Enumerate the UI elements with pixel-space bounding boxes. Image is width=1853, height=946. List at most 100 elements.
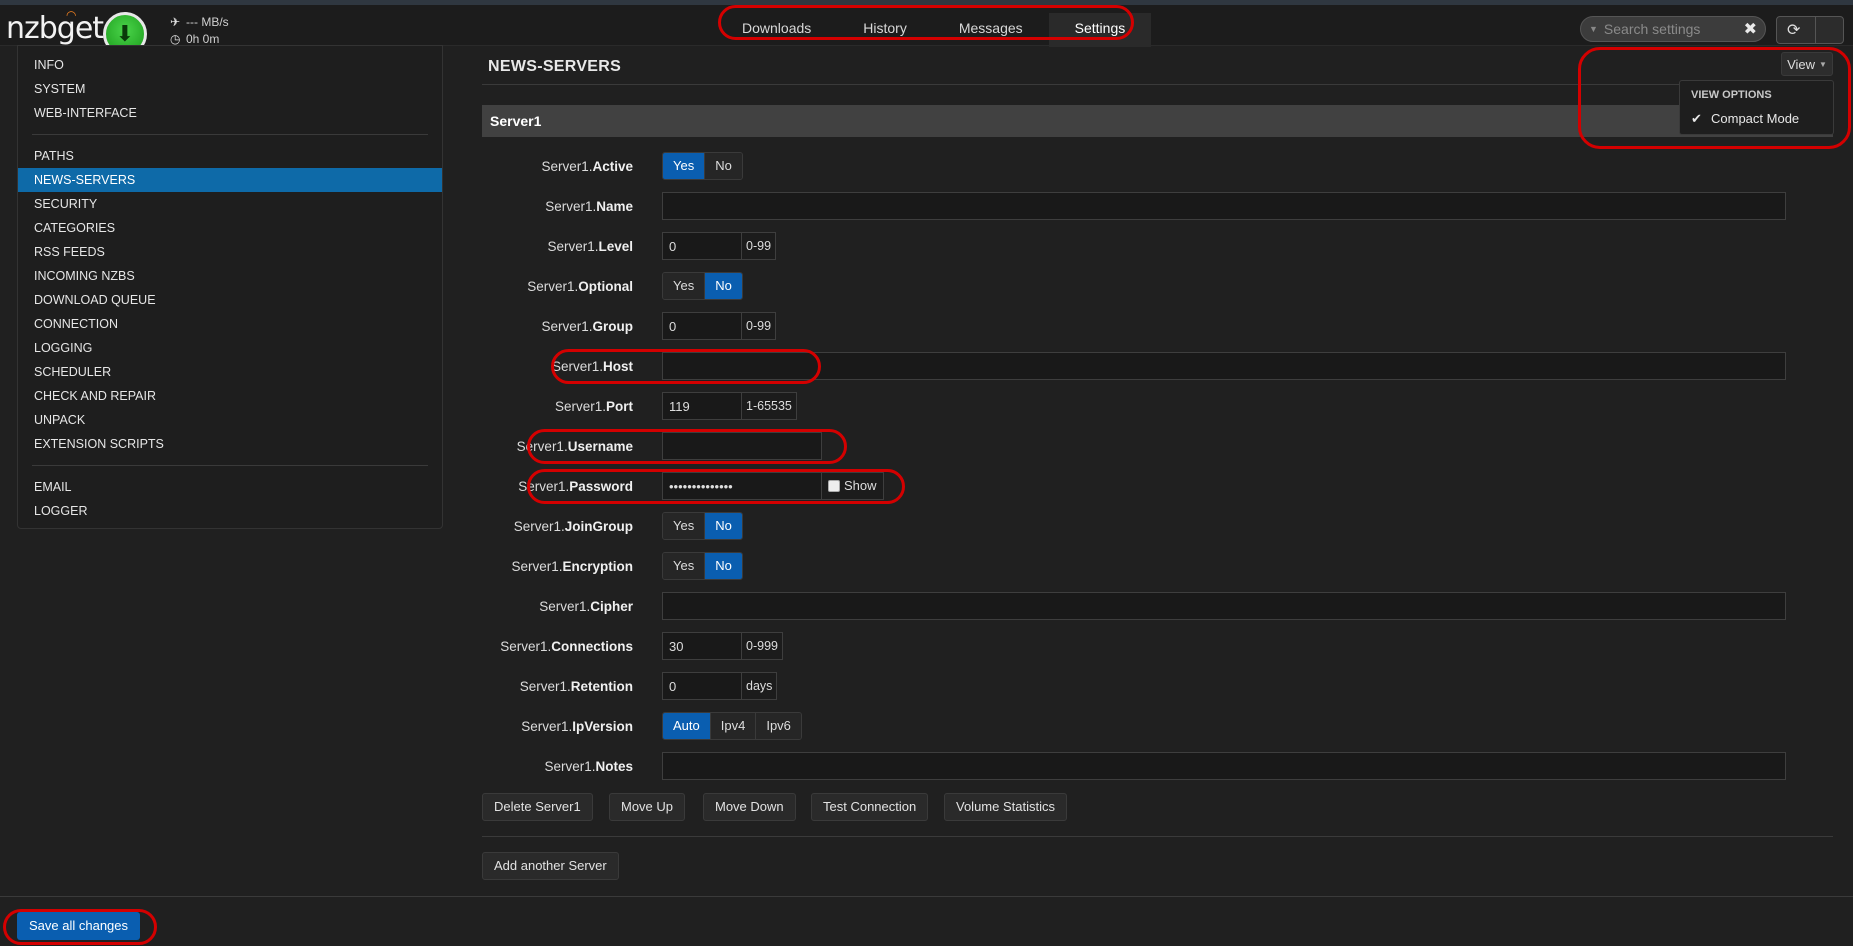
show-password-toggle[interactable]: Show: [822, 472, 884, 500]
refresh-icon: ⟳: [1787, 22, 1801, 39]
field-label: IpVersion: [572, 719, 633, 734]
connections-input[interactable]: [662, 632, 742, 660]
level-range: 0-99: [742, 232, 777, 260]
view-options-header: VIEW OPTIONS: [1691, 89, 1772, 101]
sidebar-item-extension-scripts[interactable]: EXTENSION SCRIPTS: [18, 432, 442, 456]
field-notes: Server1.Notes: [482, 752, 1833, 782]
field-label: Notes: [595, 759, 633, 774]
sidebar-item-system[interactable]: SYSTEM: [18, 77, 442, 101]
sidebar-item-check-and-repair[interactable]: CHECK AND REPAIR: [18, 384, 442, 408]
active-yes-button[interactable]: Yes: [663, 153, 705, 179]
sidebar-item-logging[interactable]: LOGGING: [18, 336, 442, 360]
ipversion-auto-button[interactable]: Auto: [663, 713, 710, 739]
refresh-button[interactable]: ⟳: [1776, 16, 1844, 44]
optional-no-button[interactable]: No: [704, 273, 742, 299]
tab-settings[interactable]: Settings: [1048, 13, 1152, 47]
field-retention: Server1.Retention days: [482, 672, 1833, 702]
optional-yes-button[interactable]: Yes: [663, 273, 705, 299]
section-divider: [482, 836, 1833, 837]
field-label: Cipher: [590, 599, 633, 614]
plane-icon: ✈: [170, 15, 181, 29]
sidebar-item-security[interactable]: SECURITY: [18, 192, 442, 216]
tab-downloads[interactable]: Downloads: [716, 13, 837, 47]
field-optional: Server1.Optional Yes No: [482, 272, 1833, 302]
field-label: Username: [567, 439, 633, 454]
sidebar-item-rss-feeds[interactable]: RSS FEEDS: [18, 240, 442, 264]
retention-input[interactable]: [662, 672, 742, 700]
encryption-toggle: Yes No: [662, 552, 743, 580]
ipversion-toggle: Auto Ipv4 Ipv6: [662, 712, 802, 740]
test-connection-button[interactable]: Test Connection: [811, 793, 929, 821]
save-all-button[interactable]: Save all changes: [17, 912, 141, 940]
field-label: Password: [569, 479, 633, 494]
sidebar-divider: [32, 134, 428, 135]
field-label: Port: [606, 399, 633, 414]
sidebar-item-email[interactable]: EMAIL: [18, 475, 442, 499]
joingroup-no-button[interactable]: No: [704, 513, 742, 539]
field-label: Name: [596, 199, 633, 214]
cipher-input[interactable]: [662, 592, 1786, 620]
sidebar-item-scheduler[interactable]: SCHEDULER: [18, 360, 442, 384]
field-host: Server1.Host: [482, 352, 1833, 382]
move-down-button[interactable]: Move Down: [703, 793, 796, 821]
ipversion-ipv6-button[interactable]: Ipv6: [755, 713, 801, 739]
sidebar-item-categories[interactable]: CATEGORIES: [18, 216, 442, 240]
encryption-yes-button[interactable]: Yes: [663, 553, 705, 579]
tab-messages[interactable]: Messages: [933, 13, 1049, 47]
retention-unit: days: [742, 672, 778, 700]
main-tabs: Downloads History Messages Settings: [716, 13, 1152, 47]
notes-input[interactable]: [662, 752, 1786, 780]
sidebar-item-web-interface[interactable]: WEB-INTERFACE: [18, 101, 442, 125]
connections-range: 0-999: [742, 632, 783, 660]
sidebar-item-incoming-nzbs[interactable]: INCOMING NZBS: [18, 264, 442, 288]
field-label: Group: [592, 319, 634, 334]
checkmark-icon: ✔: [1691, 111, 1702, 126]
field-label: Retention: [570, 679, 633, 694]
volume-statistics-button[interactable]: Volume Statistics: [944, 793, 1067, 821]
encryption-no-button[interactable]: No: [704, 553, 742, 579]
sidebar-item-info[interactable]: INFO: [18, 53, 442, 77]
delete-server-button[interactable]: Delete Server1: [482, 793, 593, 821]
sidebar-item-news-servers[interactable]: NEWS-SERVERS: [18, 168, 442, 192]
clear-search-icon[interactable]: ✖: [1744, 19, 1757, 39]
settings-sidebar: INFO SYSTEM WEB-INTERFACE PATHS NEWS-SER…: [17, 45, 443, 529]
host-input[interactable]: [662, 352, 1786, 380]
active-no-button[interactable]: No: [704, 153, 742, 179]
compact-mode-label: Compact Mode: [1711, 111, 1800, 126]
view-label: View: [1787, 56, 1816, 72]
password-input[interactable]: [662, 472, 822, 500]
name-input[interactable]: [662, 192, 1786, 220]
field-joingroup: Server1.JoinGroup Yes No: [482, 512, 1833, 542]
field-connections: Server1.Connections 0-999: [482, 632, 1833, 662]
joingroup-yes-button[interactable]: Yes: [663, 513, 705, 539]
add-server-button[interactable]: Add another Server: [482, 852, 619, 880]
field-active: Server1.Active Yes No: [482, 152, 1833, 182]
port-input[interactable]: [662, 392, 742, 420]
sidebar-item-download-queue[interactable]: DOWNLOAD QUEUE: [18, 288, 442, 312]
joingroup-toggle: Yes No: [662, 512, 743, 540]
level-input[interactable]: [662, 232, 742, 260]
field-password: Server1.Password Show: [482, 472, 1833, 502]
caret-down-icon[interactable]: ▼: [1589, 24, 1598, 34]
group-input[interactable]: [662, 312, 742, 340]
view-menu-button[interactable]: View ▼: [1781, 52, 1833, 76]
sidebar-item-connection[interactable]: CONNECTION: [18, 312, 442, 336]
active-toggle: Yes No: [662, 152, 743, 180]
sidebar-item-paths[interactable]: PATHS: [18, 144, 442, 168]
checkbox-icon[interactable]: [828, 480, 840, 492]
tab-history[interactable]: History: [837, 13, 933, 47]
search-box: ▼ ✖: [1580, 16, 1766, 42]
move-up-button[interactable]: Move Up: [609, 793, 686, 821]
sidebar-item-unpack[interactable]: UNPACK: [18, 408, 442, 432]
username-input[interactable]: [662, 432, 822, 460]
port-range: 1-65535: [742, 392, 797, 420]
caret-down-icon: ▼: [1819, 59, 1827, 69]
sidebar-item-logger[interactable]: LOGGER: [18, 499, 442, 523]
search-input[interactable]: [1603, 21, 1734, 37]
time-value: 0h 0m: [186, 32, 220, 46]
show-label: Show: [844, 478, 877, 493]
group-range: 0-99: [742, 312, 777, 340]
ipversion-ipv4-button[interactable]: Ipv4: [709, 713, 756, 739]
field-label: Connections: [551, 639, 633, 654]
compact-mode-option[interactable]: ✔ Compact Mode: [1691, 111, 1799, 127]
